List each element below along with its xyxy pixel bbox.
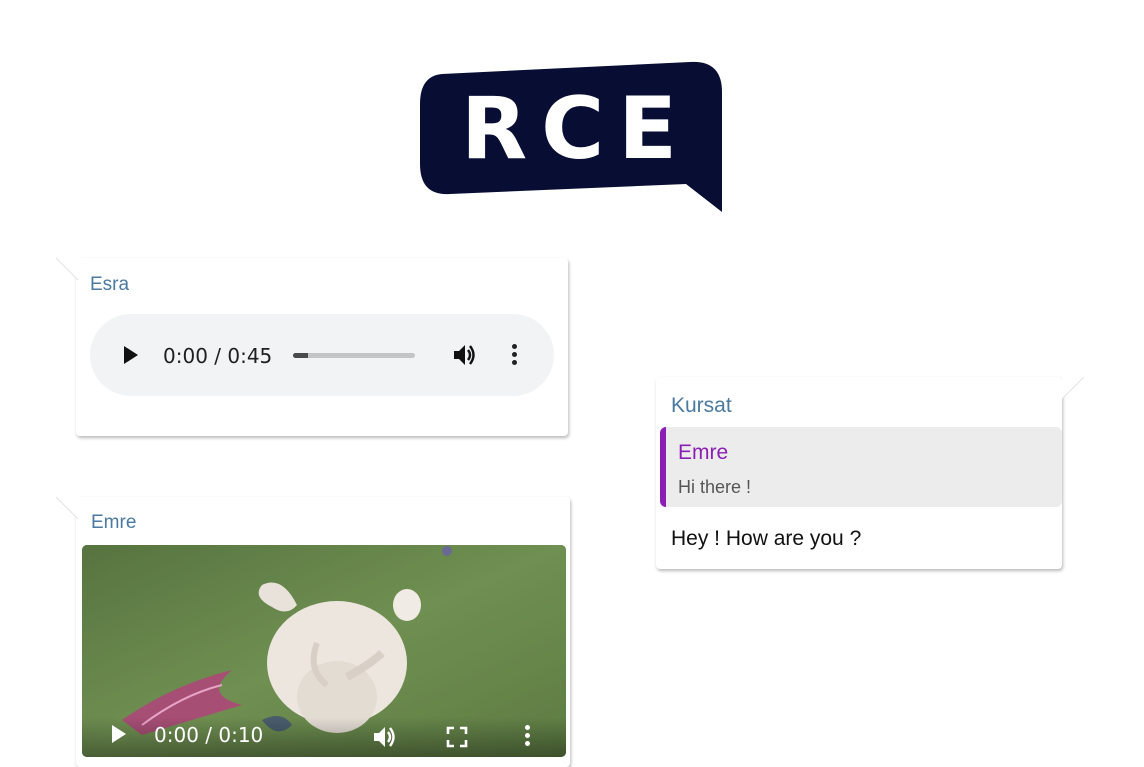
bubble-tail xyxy=(56,497,78,519)
message-bubble-audio: Esra 0:00 / 0:45 xyxy=(56,258,568,436)
logo-text: RCE xyxy=(460,79,692,179)
sender-name: Kursat xyxy=(671,394,732,417)
video-time: 0:00 / 0:10 xyxy=(154,723,264,747)
sender-name: Emre xyxy=(91,512,137,533)
audio-progress-fill xyxy=(293,353,308,358)
quoted-reply-sender: Emre xyxy=(678,441,729,464)
audio-progress-track[interactable] xyxy=(293,353,415,358)
message-bubble-video: Emre 0:00 / 0:10 xyxy=(56,497,570,767)
video-controls: 0:00 / 0:10 xyxy=(82,717,566,757)
fullscreen-icon[interactable] xyxy=(446,726,468,748)
volume-icon[interactable] xyxy=(452,343,478,367)
play-icon[interactable] xyxy=(112,725,126,743)
play-icon[interactable] xyxy=(124,346,138,364)
video-player[interactable]: 0:00 / 0:10 xyxy=(82,545,566,757)
rce-logo: RCE xyxy=(420,60,726,214)
more-vert-icon[interactable] xyxy=(512,344,518,368)
sender-name: Esra xyxy=(90,274,130,295)
volume-icon[interactable] xyxy=(372,725,398,749)
message-bubble-reply: Kursat Emre Hi there ! Hey ! How are you… xyxy=(656,377,1084,569)
bubble-tail xyxy=(1062,377,1084,399)
message-text: Hey ! How are you ? xyxy=(671,527,862,550)
quoted-reply-text: Hi there ! xyxy=(678,477,752,497)
bubble-tail xyxy=(56,258,78,280)
more-vert-icon[interactable] xyxy=(525,725,531,749)
audio-time: 0:00 / 0:45 xyxy=(163,344,273,368)
quoted-reply[interactable]: Emre Hi there ! xyxy=(660,427,1062,507)
audio-player[interactable]: 0:00 / 0:45 xyxy=(90,314,554,396)
